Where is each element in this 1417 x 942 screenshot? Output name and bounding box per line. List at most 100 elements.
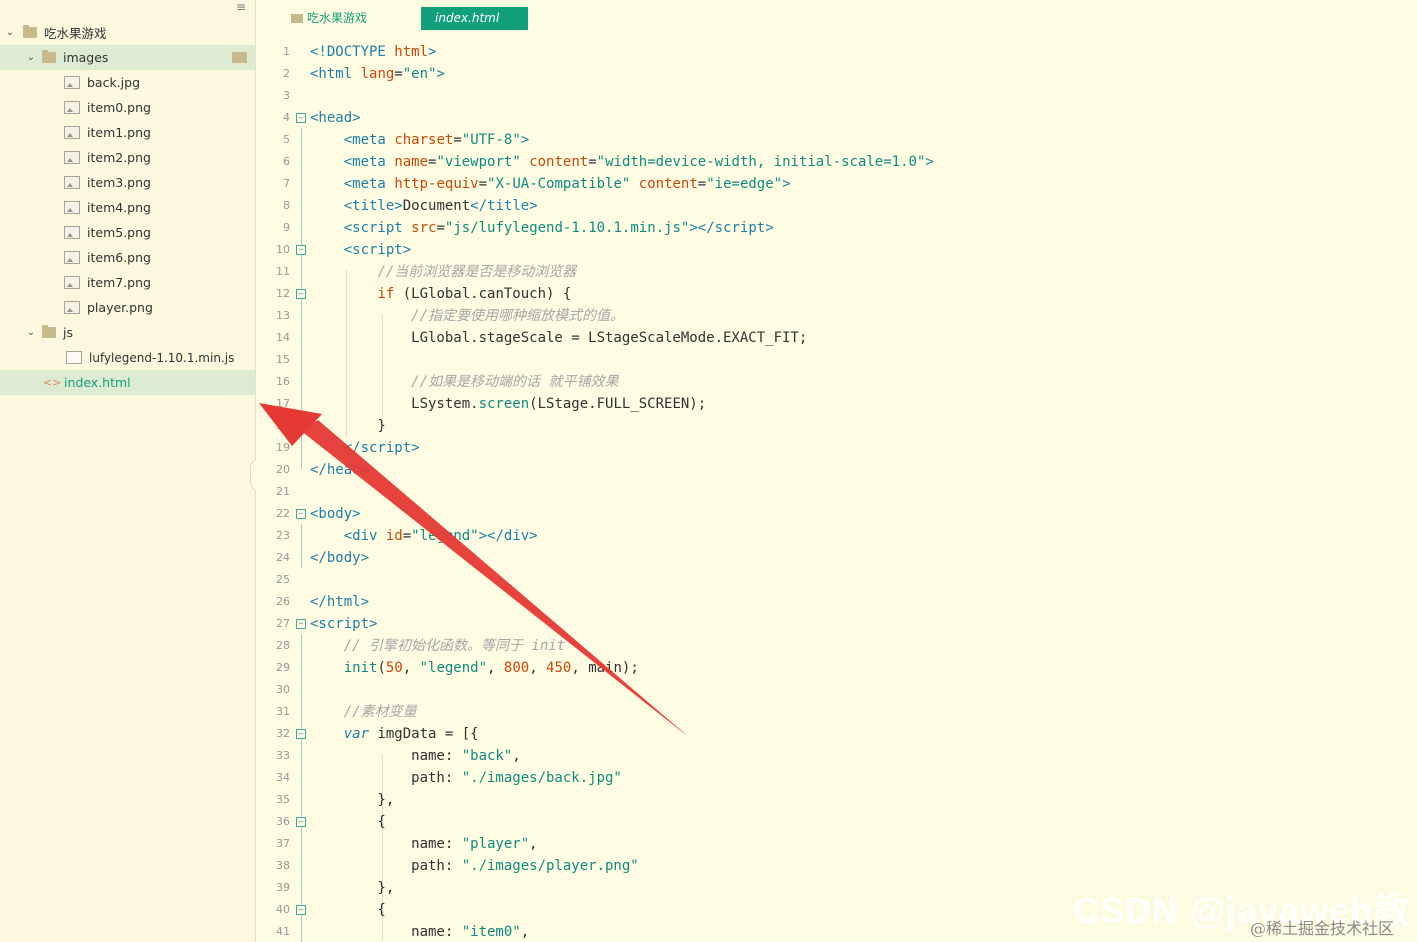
code-line: 17 LSystem.screen(LStage.FULL_SCREEN); — [276, 396, 707, 412]
code-line: 3 — [283, 89, 290, 102]
code-editor[interactable]: 吃水果游戏 index.html 1 <!DOCTYPE html> 2 <html… — [256, 0, 1417, 942]
code-line: 9 <script src="js/lufylegend-1.10.1.min.… — [283, 220, 774, 236]
tree-file[interactable]: item7.png — [0, 270, 255, 295]
tree-file[interactable]: item0.png — [0, 95, 255, 120]
file-label: item3.png — [87, 175, 151, 190]
code-line: 16 //如果是移动端的话 就平铺效果 — [276, 374, 619, 390]
file-label: item5.png — [87, 225, 151, 240]
code-line: 29 init(50, "legend", 800, 450, main); — [276, 660, 639, 676]
code-line: 11 //当前浏览器是否是移动浏览器 — [276, 264, 577, 280]
file-label: item0.png — [87, 100, 151, 115]
code-line: 31 //素材变量 — [276, 704, 417, 720]
juejin-watermark: @稀土掘金技术社区 — [1250, 919, 1395, 938]
fold-toggle[interactable]: − — [296, 289, 306, 299]
code-line: 5 <meta charset="UTF-8"> — [283, 132, 530, 148]
folder-icon — [23, 25, 37, 38]
code-line: 10− <script> — [276, 242, 412, 258]
code-line: 1 <!DOCTYPE html> — [283, 44, 437, 60]
tree-file-index[interactable]: <> index.html — [0, 370, 255, 395]
image-file-icon — [64, 301, 80, 314]
code-line: 36− { — [276, 814, 386, 830]
code-line: 25 — [276, 573, 290, 586]
fold-toggle[interactable]: − — [296, 509, 306, 519]
code-line: 27− <script> — [276, 616, 378, 632]
fold-toggle[interactable]: − — [296, 245, 306, 255]
tree-file[interactable]: item1.png — [0, 120, 255, 145]
js-file-icon — [66, 351, 82, 364]
file-label: item7.png — [87, 275, 151, 290]
project-name: 吃水果游戏 — [44, 26, 107, 41]
folder-label: images — [63, 50, 109, 65]
tree-file[interactable]: player.png — [0, 295, 255, 320]
file-label: item1.png — [87, 125, 151, 140]
code-line: 20 </head> — [276, 462, 370, 478]
code-line: 7 <meta http-equiv="X-UA-Compatible" con… — [283, 176, 791, 192]
fold-toggle[interactable]: − — [296, 729, 306, 739]
image-file-icon — [64, 101, 80, 114]
tree-file[interactable]: item4.png — [0, 195, 255, 220]
chevron-down-icon[interactable]: ⌄ — [5, 27, 15, 38]
code-line: 12− if (LGlobal.canTouch) { — [276, 286, 572, 302]
code-line: 14 LGlobal.stageScale = LStageScaleMode.… — [276, 330, 808, 346]
tree-file[interactable]: item2.png — [0, 145, 255, 170]
code-line: 8 <title>Document</title> — [283, 198, 538, 214]
editor-window: ≡ ⌄ 吃水果游戏 ⌄ images back.jpg item0.png it… — [0, 0, 1417, 942]
file-label: item6.png — [87, 250, 151, 265]
image-file-icon — [64, 76, 80, 89]
code-line: 30 — [276, 683, 290, 696]
code-line: 6 <meta name="viewport" content="width=d… — [283, 154, 934, 170]
chevron-down-icon[interactable]: ⌄ — [26, 327, 36, 338]
code-line: 22− <body> — [276, 506, 361, 522]
fold-toggle[interactable]: − — [296, 905, 306, 915]
code-file-icon: <> — [43, 376, 62, 389]
fold-toggle[interactable]: − — [296, 113, 306, 123]
code-line: 4− <head> — [283, 110, 361, 126]
image-file-icon — [64, 276, 80, 289]
image-file-icon — [64, 151, 80, 164]
menu-icon[interactable]: ≡ — [236, 0, 246, 14]
code-line: 26 </html> — [276, 594, 370, 610]
image-file-icon — [64, 226, 80, 239]
code-line: 13 //指定要使用哪种缩放模式的值。 — [276, 308, 625, 324]
image-file-icon — [64, 201, 80, 214]
code-line: 35 }, — [276, 792, 395, 808]
file-label: index.html — [64, 375, 131, 390]
tab-project[interactable]: 吃水果游戏 — [291, 7, 367, 30]
tree-folder-images[interactable]: ⌄ images — [0, 45, 255, 70]
chevron-down-icon[interactable]: ⌄ — [26, 52, 36, 63]
code-line: 15 — [276, 353, 290, 366]
image-file-icon — [64, 251, 80, 264]
code-line: 19 </script> — [276, 440, 420, 456]
tree-file[interactable]: item6.png — [0, 245, 255, 270]
image-file-icon — [64, 176, 80, 189]
code-line: 24 </body> — [276, 550, 370, 566]
folder-icon — [291, 14, 303, 23]
image-file-icon — [64, 126, 80, 139]
code-line: 33 name: "back", — [276, 748, 521, 764]
file-label: back.jpg — [87, 75, 141, 90]
tree-file[interactable]: item3.png — [0, 170, 255, 195]
fold-toggle[interactable]: − — [296, 619, 306, 629]
code-line: 18 } — [276, 418, 386, 434]
tree-file[interactable]: item5.png — [0, 220, 255, 245]
code-line: 28 // 引擎初始化函数。等同于 init — [276, 638, 566, 654]
folder-open-icon[interactable] — [232, 52, 247, 63]
file-label: lufylegend-1.10.1.min.js — [89, 350, 235, 365]
code-line: 23 <div id="legend"></div> — [276, 528, 538, 544]
tab-bar: 吃水果游戏 index.html — [256, 0, 1417, 36]
file-label: player.png — [87, 300, 153, 315]
tree-project-root[interactable]: ⌄ 吃水果游戏 — [0, 20, 255, 45]
file-explorer: ≡ ⌄ 吃水果游戏 ⌄ images back.jpg item0.png it… — [0, 0, 256, 942]
file-label: item4.png — [87, 200, 151, 215]
folder-icon — [42, 50, 56, 63]
code-line: 34 path: "./images/back.jpg" — [276, 770, 622, 786]
folder-label: js — [63, 325, 73, 340]
tree-file[interactable]: lufylegend-1.10.1.min.js — [0, 345, 255, 370]
code-line: 38 path: "./images/player.png" — [276, 858, 639, 874]
tree-folder-js[interactable]: ⌄ js — [0, 320, 255, 345]
fold-toggle[interactable]: − — [296, 817, 306, 827]
folder-icon — [42, 325, 56, 338]
tree-file[interactable]: back.jpg — [0, 70, 255, 95]
tab-index-html[interactable]: index.html — [421, 7, 528, 30]
tab-label: 吃水果游戏 — [307, 11, 368, 25]
